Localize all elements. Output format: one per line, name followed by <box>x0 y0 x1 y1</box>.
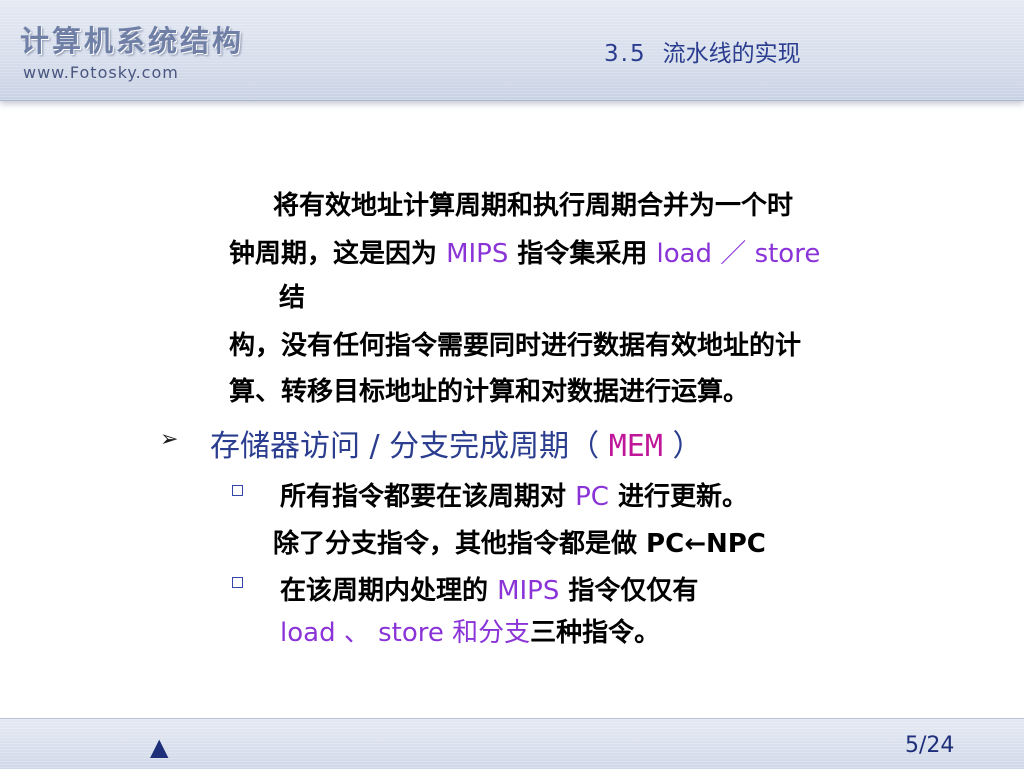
site-url: www.Fotosky.com <box>23 63 179 82</box>
text-fragment: 钟周期，这是因为 <box>229 239 447 269</box>
page-number: 5/24 <box>905 733 955 758</box>
slide-header: 计算机系统结构 www.Fotosky.com 3.5 流水线的实现 <box>0 0 1024 101</box>
text-fragment: 指令仅仅有 <box>559 576 699 606</box>
section-title-text: 流水线的实现 <box>662 41 801 67</box>
square-bullet-icon <box>232 577 243 588</box>
mips-term: MIPS <box>446 239 509 269</box>
course-title-logo: 计算机系统结构 <box>20 24 245 58</box>
text-fragment: 在该周期内处理的 <box>280 576 498 606</box>
mips-term: MIPS <box>497 576 560 606</box>
load-store-term: load ／ store <box>656 239 821 269</box>
bullet-2-line-1: 在该周期内处理的 MIPS 指令仅仅有 <box>280 570 698 607</box>
bullet-1-line-1: 所有指令都要在该周期对 PC 进行更新。 <box>280 476 748 513</box>
mem-code: MEM <box>608 429 663 464</box>
mem-stage-heading: 存储器访问 / 分支完成周期（ MEM ） <box>210 421 702 465</box>
instruction-types-term: load 、 store 和分支 <box>280 618 531 648</box>
paragraph-line-2: 钟周期，这是因为 MIPS 指令集采用 load ／ store <box>229 233 820 270</box>
previous-slide-triangle-icon[interactable]: ▲ <box>150 733 168 761</box>
text-fragment: 所有指令都要在该周期对 <box>280 482 576 512</box>
heading-close: ） <box>662 429 703 464</box>
text-fragment: 进行更新。 <box>608 482 748 512</box>
slide-content: 将有效地址计算周期和执行周期合并为一个时 钟周期，这是因为 MIPS 指令集采用… <box>0 100 1024 720</box>
text-fragment: 三种指令。 <box>530 618 661 648</box>
paragraph-line-4: 构，没有任何指令需要同时进行数据有效地址的计 <box>229 331 802 361</box>
bullet-2-line-2: load 、 store 和分支三种指令。 <box>280 612 660 649</box>
pc-term: PC <box>575 482 609 512</box>
paragraph-line-5: 算、转移目标地址的计算和对数据进行运算。 <box>229 377 750 407</box>
section-title: 3.5 流水线的实现 <box>604 34 801 68</box>
paragraph-line-1: 将有效地址计算周期和执行周期合并为一个时 <box>273 191 794 221</box>
paragraph-line-3: 结 <box>279 283 306 313</box>
section-number: 3.5 <box>604 41 647 67</box>
slide-footer: ▲ 5/24 <box>0 718 1024 769</box>
bullet-1-line-2: 除了分支指令，其他指令都是做 PC←NPC <box>273 529 766 559</box>
square-bullet-icon <box>232 485 243 496</box>
arrow-bullet-icon: ➢ <box>160 427 179 452</box>
heading-text: 存储器访问 / 分支完成周期（ <box>210 429 609 464</box>
text-fragment: 指令集采用 <box>508 239 657 269</box>
